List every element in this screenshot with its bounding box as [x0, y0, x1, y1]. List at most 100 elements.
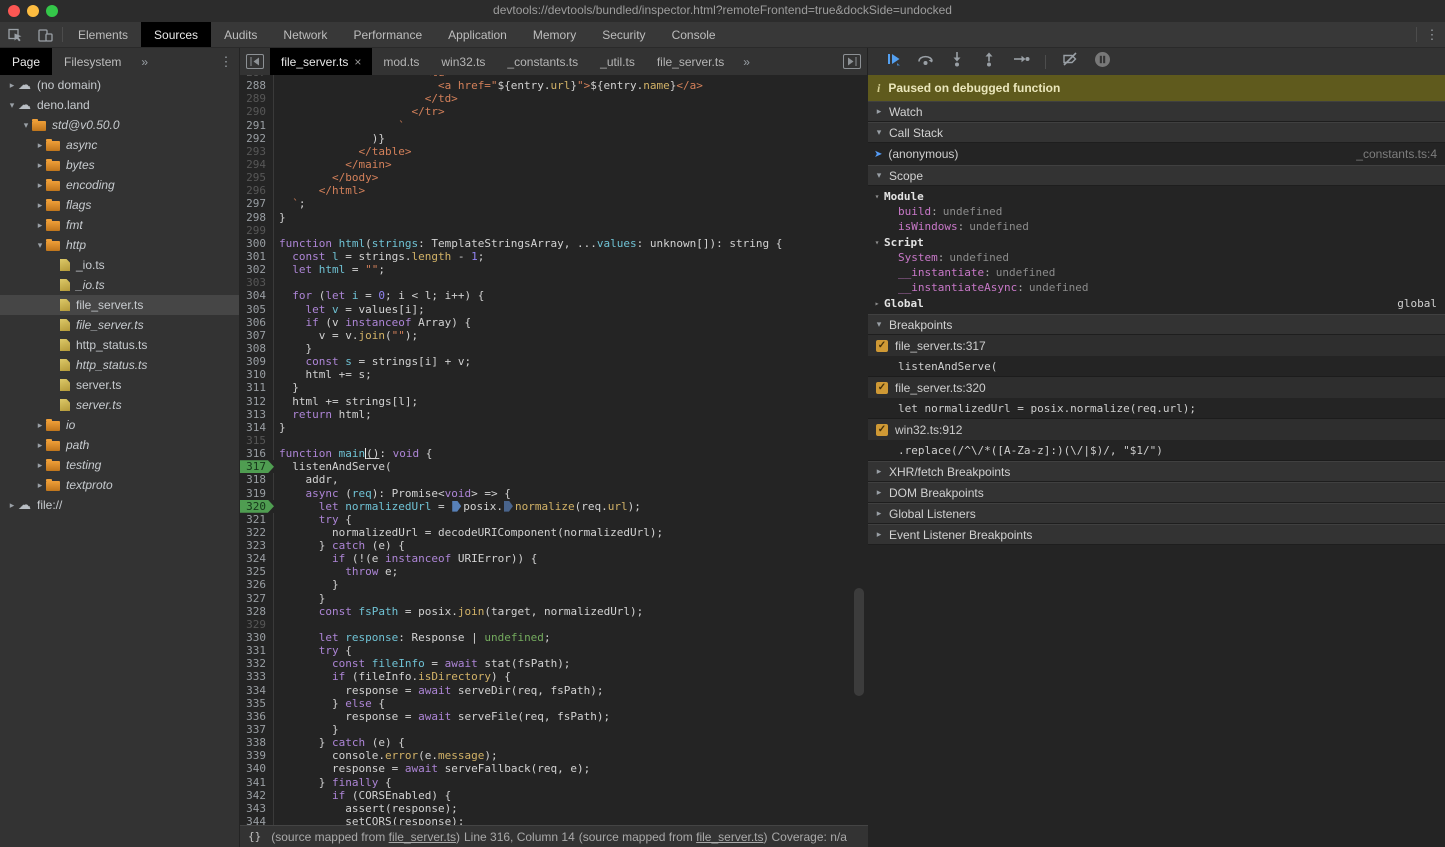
line-number[interactable]: 297 — [240, 197, 274, 210]
code-line-content[interactable]: listenAndServe( — [274, 460, 392, 473]
main-tab-network[interactable]: Network — [270, 22, 340, 47]
step-over-button[interactable] — [912, 52, 938, 72]
close-tab-icon[interactable]: × — [354, 55, 361, 69]
section-scope[interactable]: ▾Scope — [868, 165, 1445, 186]
line-number[interactable]: 288 — [240, 79, 274, 92]
code-line-content[interactable]: </main> — [274, 158, 392, 171]
chevron-right-icon[interactable]: ▸ — [34, 180, 46, 191]
section-breakpoints[interactable]: ▾Breakpoints — [868, 314, 1445, 335]
code-line-content[interactable]: for (let i = 0; i < l; i++) { — [274, 289, 484, 302]
line-number[interactable]: 302 — [240, 263, 274, 276]
hide-navigator-icon[interactable] — [246, 54, 264, 69]
code-line-content[interactable]: v = v.join(""); — [274, 329, 418, 342]
tree-item-http[interactable]: ▾http — [0, 235, 239, 255]
code-line-content[interactable]: response = await serveFallback(req, e); — [274, 762, 590, 775]
code-line-content[interactable]: `; — [274, 197, 306, 210]
main-tab-performance[interactable]: Performance — [340, 22, 435, 47]
breakpoint-checkbox[interactable]: ✓ — [876, 424, 888, 436]
section-event-listener-breakpoints[interactable]: ▸Event Listener Breakpoints — [868, 524, 1445, 545]
line-number[interactable]: 337 — [240, 723, 274, 736]
line-number[interactable]: 334 — [240, 684, 274, 697]
code-line-content[interactable]: const fileInfo = await stat(fsPath); — [274, 657, 570, 670]
line-number[interactable]: 314 — [240, 421, 274, 434]
tree-item-file[interactable]: ▸☁file:// — [0, 495, 239, 515]
line-number[interactable]: 308 — [240, 342, 274, 355]
tree-item-std-v0-50-0[interactable]: ▾std@v0.50.0 — [0, 115, 239, 135]
chevron-right-icon[interactable]: ▸ — [6, 80, 18, 91]
line-number[interactable]: 318 — [240, 473, 274, 486]
breakpoint-line-number[interactable]: 317 — [240, 460, 274, 473]
line-number[interactable]: 309 — [240, 355, 274, 368]
code-line-content[interactable]: } — [274, 211, 286, 224]
code-line-content[interactable]: } — [274, 578, 339, 591]
navigator-tab-filesystem[interactable]: Filesystem — [52, 48, 133, 75]
code-line-content[interactable]: response = await serveFile(req, fsPath); — [274, 710, 610, 723]
code-line-content[interactable]: try { — [274, 513, 352, 526]
section-call-stack[interactable]: ▾Call Stack — [868, 122, 1445, 143]
code-line-content[interactable]: const l = strings.length - 1; — [274, 250, 484, 263]
line-number[interactable]: 341 — [240, 776, 274, 789]
tree-item-flags[interactable]: ▸flags — [0, 195, 239, 215]
code-line-content[interactable]: ` — [274, 119, 405, 132]
line-number[interactable]: 331 — [240, 644, 274, 657]
line-number[interactable]: 319 — [240, 487, 274, 500]
line-number[interactable]: 311 — [240, 381, 274, 394]
scope-group-script[interactable]: ▾Script — [868, 234, 1445, 250]
line-number[interactable]: 303 — [240, 276, 274, 289]
line-number[interactable]: 342 — [240, 789, 274, 802]
line-number[interactable]: 327 — [240, 592, 274, 605]
code-line-content[interactable]: } catch (e) { — [274, 736, 405, 749]
pause-on-exceptions-button[interactable] — [1089, 52, 1115, 72]
navigator-tab-page[interactable]: Page — [0, 48, 52, 75]
main-tab-security[interactable]: Security — [589, 22, 658, 47]
tree-item-textproto[interactable]: ▸textproto — [0, 475, 239, 495]
navigator-more-tabs-button[interactable]: » — [133, 48, 156, 75]
deactivate-breakpoints-button[interactable] — [1057, 52, 1083, 72]
line-number[interactable]: 335 — [240, 697, 274, 710]
chevron-right-icon[interactable]: ▸ — [6, 500, 18, 511]
tree-item-fmt[interactable]: ▸fmt — [0, 215, 239, 235]
breakpoint-entry[interactable]: ✓file_server.ts:317listenAndServe( — [868, 335, 1445, 377]
breakpoint-location[interactable]: file_server.ts:317 — [895, 339, 986, 353]
code-line-content[interactable]: if (CORSEnabled) { — [274, 789, 451, 802]
chevron-right-icon[interactable]: ▸ — [34, 460, 46, 471]
code-line-content[interactable]: </html> — [274, 184, 365, 197]
source-mapped-link[interactable]: file_server.ts — [389, 830, 456, 844]
tree-item-no-domain[interactable]: ▸☁(no domain) — [0, 75, 239, 95]
line-number[interactable]: 332 — [240, 657, 274, 670]
code-line-content[interactable] — [274, 224, 279, 237]
line-number[interactable]: 330 — [240, 631, 274, 644]
line-number[interactable]: 291 — [240, 119, 274, 132]
tree-item-server-ts[interactable]: server.ts — [0, 375, 239, 395]
line-number[interactable]: 333 — [240, 670, 274, 683]
show-debugger-icon[interactable] — [843, 54, 861, 69]
line-number[interactable]: 306 — [240, 316, 274, 329]
code-line-content[interactable]: throw e; — [274, 565, 398, 578]
breakpoint-location[interactable]: win32.ts:912 — [895, 423, 962, 437]
editor-more-tabs-button[interactable]: » — [735, 48, 758, 75]
code-line-content[interactable]: } else { — [274, 697, 385, 710]
line-number[interactable]: 295 — [240, 171, 274, 184]
code-line-content[interactable]: <a href="${entry.url}">${entry.name}</a> — [274, 79, 703, 92]
tree-item-file-server-ts[interactable]: file_server.ts — [0, 315, 239, 335]
code-line-content[interactable]: console.error(e.message); — [274, 749, 498, 762]
code-line-content[interactable]: if (fileInfo.isDirectory) { — [274, 670, 511, 683]
breakpoint-entry[interactable]: ✓win32.ts:912.replace(/^\/*([A-Za-z]:)(\… — [868, 419, 1445, 461]
tree-item-server-ts[interactable]: server.ts — [0, 395, 239, 415]
code-line-content[interactable]: </table> — [274, 145, 411, 158]
inline-breakpoint-marker[interactable] — [452, 501, 461, 512]
chevron-down-icon[interactable]: ▾ — [34, 240, 46, 251]
resume-button[interactable] — [880, 52, 906, 72]
line-number[interactable]: 293 — [240, 145, 274, 158]
main-tab-sources[interactable]: Sources — [141, 22, 211, 47]
step-out-button[interactable] — [976, 52, 1002, 72]
section-watch[interactable]: ▸Watch — [868, 101, 1445, 122]
code-line-content[interactable]: </td> — [274, 92, 458, 105]
editor-tab-util-ts[interactable]: _util.ts — [589, 48, 646, 75]
line-number[interactable]: 322 — [240, 526, 274, 539]
code-line-content[interactable]: } — [274, 592, 325, 605]
chevron-right-icon[interactable]: ▸ — [34, 220, 46, 231]
tree-item-io-ts[interactable]: _io.ts — [0, 255, 239, 275]
code-line-content[interactable]: return html; — [274, 408, 372, 421]
code-line-content[interactable]: } — [274, 723, 339, 736]
